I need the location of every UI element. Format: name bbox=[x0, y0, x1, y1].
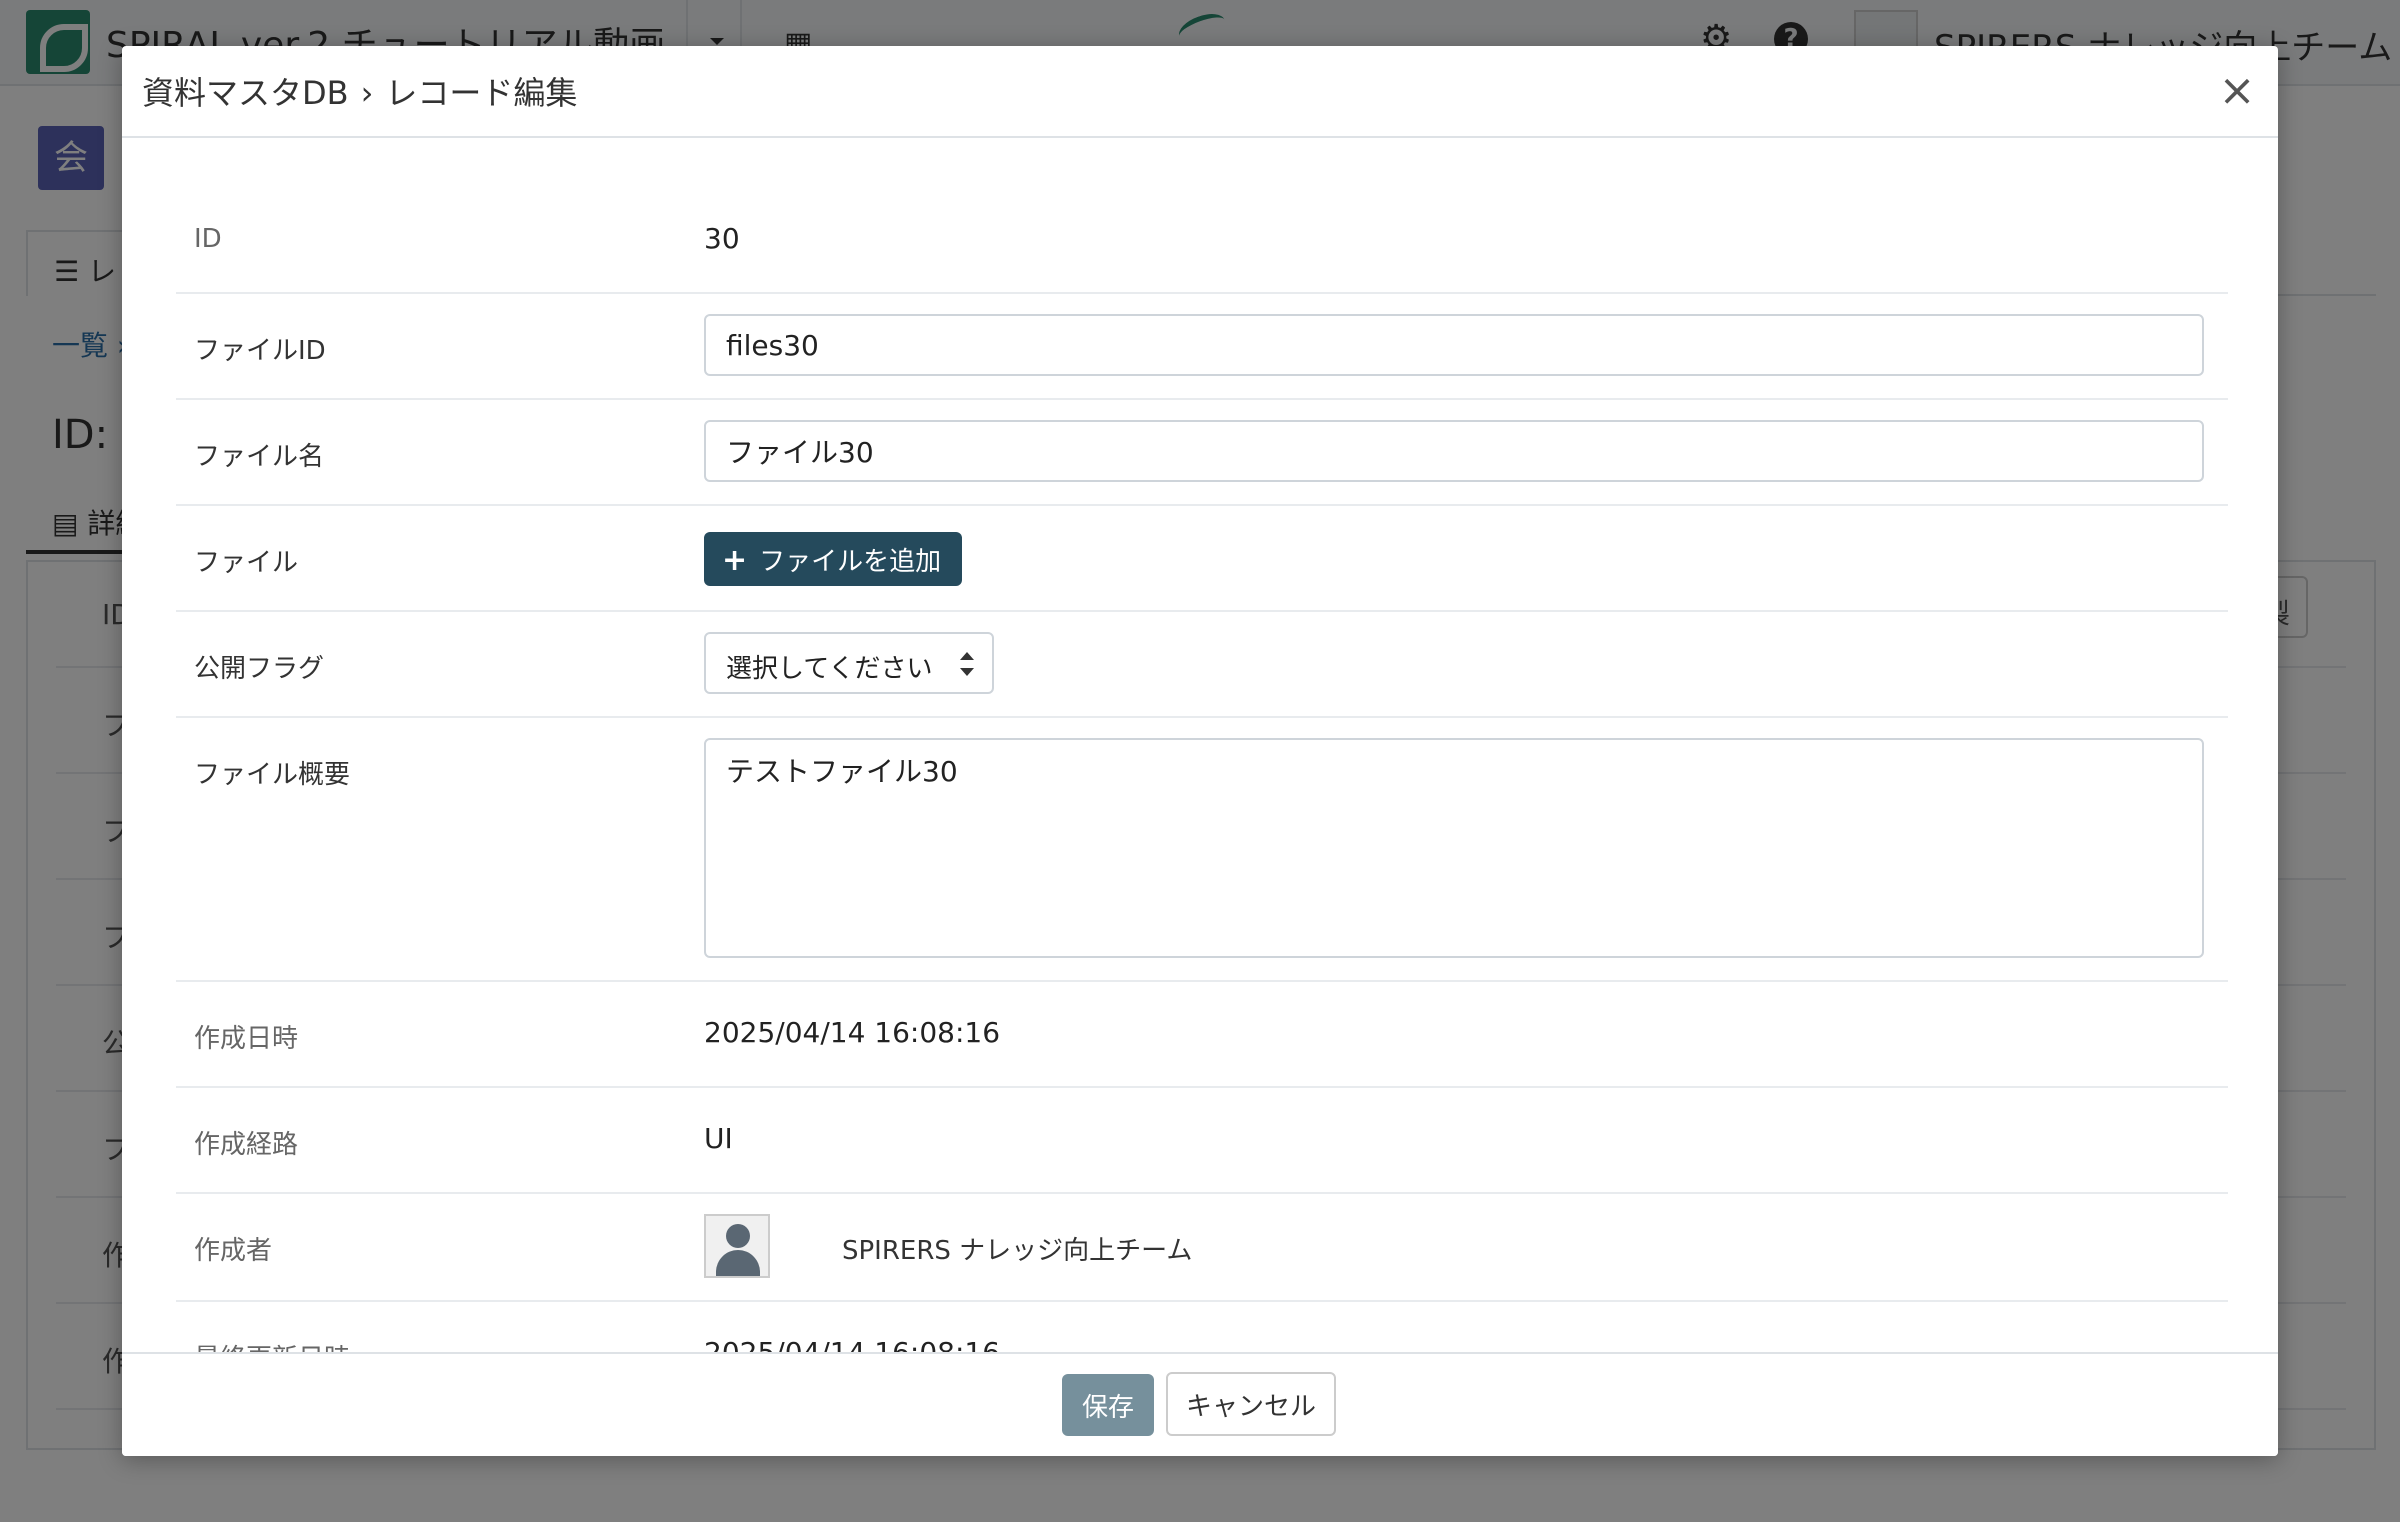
field-row-created-by: 作成者 SPIRERS ナレッジ向上チーム bbox=[176, 1194, 2228, 1302]
record-edit-modal: 資料マスタDB›レコード編集 × ID 30 ファイルID ファイル名 ファイル… bbox=[122, 46, 2278, 1456]
avatar bbox=[704, 1214, 770, 1278]
modal-footer: 保存 キャンセル bbox=[122, 1352, 2278, 1456]
modal-breadcrumb-page: レコード編集 bbox=[385, 74, 578, 112]
close-icon[interactable]: × bbox=[2212, 66, 2262, 116]
file-name-input[interactable] bbox=[704, 420, 2204, 482]
field-value-created-by: SPIRERS ナレッジ向上チーム bbox=[842, 1236, 1193, 1266]
field-label-created-via: 作成経路 bbox=[194, 1130, 299, 1160]
add-file-label: ファイルを追加 bbox=[759, 546, 942, 577]
modal-header: 資料マスタDB › レコード編集 × bbox=[122, 46, 2278, 138]
add-file-button[interactable]: + ファイルを追加 bbox=[704, 532, 962, 586]
modal-body[interactable]: ID 30 ファイルID ファイル名 ファイル + ファイルを追加 公開フラグ 選… bbox=[122, 138, 2278, 1398]
field-label-id: ID bbox=[194, 224, 222, 254]
file-id-input[interactable] bbox=[704, 314, 2204, 376]
record-form: ID 30 ファイルID ファイル名 ファイル + ファイルを追加 公開フラグ 選… bbox=[176, 188, 2228, 1398]
field-row-file-name: ファイル名 bbox=[176, 400, 2228, 506]
field-label-file-summary: ファイル概要 bbox=[194, 760, 351, 790]
modal-breadcrumb-db: 資料マスタDB bbox=[142, 74, 349, 112]
field-label-public-flag: 公開フラグ bbox=[194, 654, 325, 684]
cancel-button[interactable]: キャンセル bbox=[1166, 1372, 1336, 1436]
sort-arrows-icon bbox=[960, 652, 974, 676]
field-label-created-at: 作成日時 bbox=[194, 1024, 299, 1054]
field-label-file-id: ファイルID bbox=[194, 336, 326, 366]
public-flag-select[interactable]: 選択してください bbox=[704, 632, 994, 694]
field-label-file: ファイル bbox=[194, 548, 299, 578]
field-row-file: ファイル + ファイルを追加 bbox=[176, 506, 2228, 612]
field-value-created-via: UI bbox=[704, 1122, 733, 1155]
breadcrumb-separator-icon: › bbox=[360, 74, 374, 112]
field-value-id: 30 bbox=[704, 222, 740, 255]
save-button[interactable]: 保存 bbox=[1062, 1374, 1154, 1436]
field-row-file-id: ファイルID bbox=[176, 294, 2228, 400]
field-row-created-at: 作成日時 2025/04/14 16:08:16 bbox=[176, 982, 2228, 1088]
field-row-file-summary: ファイル概要 テストファイル30 bbox=[176, 718, 2228, 982]
field-label-created-by: 作成者 bbox=[194, 1236, 273, 1266]
plus-icon: + bbox=[722, 542, 748, 578]
field-label-file-name: ファイル名 bbox=[194, 442, 325, 472]
public-flag-selected: 選択してください bbox=[726, 654, 933, 684]
modal-title: 資料マスタDB › レコード編集 bbox=[142, 68, 577, 114]
field-row-created-via: 作成経路 UI bbox=[176, 1088, 2228, 1194]
field-row-id: ID 30 bbox=[176, 188, 2228, 294]
file-summary-textarea[interactable]: テストファイル30 bbox=[704, 738, 2204, 958]
field-row-public-flag: 公開フラグ 選択してください bbox=[176, 612, 2228, 718]
field-value-created-at: 2025/04/14 16:08:16 bbox=[704, 1016, 1001, 1049]
